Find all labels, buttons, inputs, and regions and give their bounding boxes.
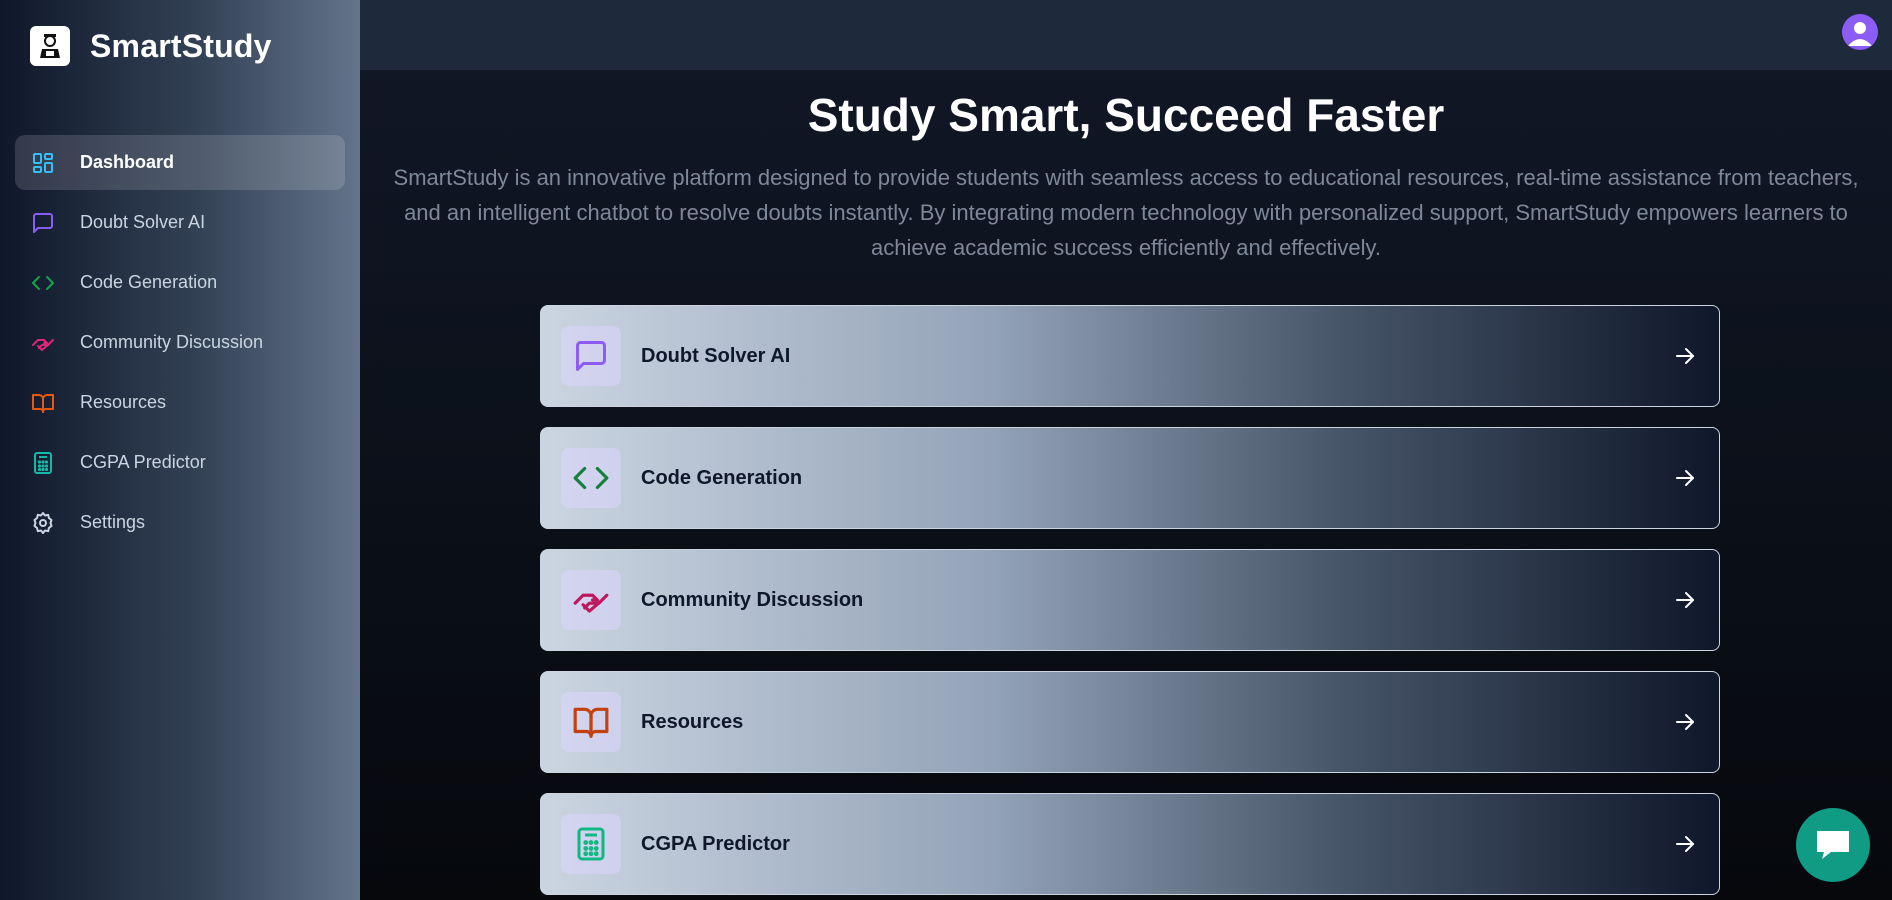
message-square-icon bbox=[561, 326, 621, 386]
sidebar-item-label: Resources bbox=[80, 392, 167, 412]
brand-name: SmartStudy bbox=[90, 27, 272, 64]
card-cgpa-predictor[interactable]: CGPA Predictor bbox=[540, 793, 1720, 895]
dashboard-icon bbox=[30, 150, 56, 176]
chat-bubble-icon bbox=[1817, 831, 1849, 859]
sidebar-item-label: Community Discussion bbox=[80, 332, 264, 352]
card-label: Community Discussion bbox=[641, 588, 864, 611]
gear-icon bbox=[30, 510, 56, 536]
user-avatar-icon[interactable] bbox=[1842, 14, 1878, 50]
code-icon bbox=[561, 448, 621, 508]
card-code-generation[interactable]: Code Generation bbox=[540, 427, 1720, 529]
sidebar-item-settings[interactable]: Settings bbox=[15, 495, 345, 550]
top-bar bbox=[360, 0, 1892, 70]
calculator-icon bbox=[30, 450, 56, 476]
card-label: Code Generation bbox=[641, 466, 803, 489]
sidebar-item-resources[interactable]: Resources bbox=[15, 375, 345, 430]
card-label: Resources bbox=[641, 710, 744, 733]
sidebar-item-dashboard[interactable]: Dashboard bbox=[15, 135, 345, 190]
sidebar-item-label: Dashboard bbox=[80, 152, 175, 172]
sidebar-item-label: CGPA Predictor bbox=[80, 452, 206, 472]
card-label: CGPA Predictor bbox=[641, 832, 790, 855]
book-open-icon bbox=[561, 692, 621, 752]
card-resources[interactable]: Resources bbox=[540, 671, 1720, 773]
arrow-right-icon bbox=[1676, 592, 1694, 608]
arrow-right-icon bbox=[1676, 714, 1694, 730]
sidebar-item-cgpa-predictor[interactable]: CGPA Predictor bbox=[15, 435, 345, 490]
sidebar-item-code-generation[interactable]: Code Generation bbox=[15, 255, 345, 310]
sidebar: SmartStudy Dashboard Doubt Solver AI Cod… bbox=[0, 0, 360, 900]
sidebar-nav: Dashboard Doubt Solver AI Code Generatio… bbox=[15, 135, 345, 555]
sidebar-item-community-discussion[interactable]: Community Discussion bbox=[15, 315, 345, 370]
page-description: SmartStudy is an innovative platform des… bbox=[393, 165, 1859, 260]
handshake-icon bbox=[561, 570, 621, 630]
card-doubt-solver-ai[interactable]: Doubt Solver AI bbox=[540, 305, 1720, 407]
arrow-right-icon bbox=[1676, 348, 1694, 364]
feature-cards: Doubt Solver AI Code Generation Communit… bbox=[540, 305, 1720, 900]
graduate-icon bbox=[30, 26, 70, 66]
code-icon bbox=[30, 270, 56, 296]
card-label: Doubt Solver AI bbox=[641, 344, 791, 367]
sidebar-item-label: Doubt Solver AI bbox=[80, 212, 206, 232]
page-title: Study Smart, Succeed Faster bbox=[807, 89, 1445, 141]
book-open-icon bbox=[30, 390, 56, 416]
arrow-right-icon bbox=[1676, 470, 1694, 486]
sidebar-item-label: Settings bbox=[80, 512, 146, 532]
calculator-icon bbox=[561, 814, 621, 874]
brand[interactable]: SmartStudy bbox=[30, 26, 272, 66]
sidebar-item-doubt-solver-ai[interactable]: Doubt Solver AI bbox=[15, 195, 345, 250]
sidebar-item-label: Code Generation bbox=[80, 272, 218, 292]
card-community-discussion[interactable]: Community Discussion bbox=[540, 549, 1720, 651]
main-content: Study Smart, Succeed Faster SmartStudy i… bbox=[360, 0, 1892, 900]
arrow-right-icon bbox=[1676, 836, 1694, 852]
message-square-icon bbox=[30, 210, 56, 236]
chat-button[interactable] bbox=[1796, 808, 1870, 882]
handshake-icon bbox=[30, 330, 56, 356]
